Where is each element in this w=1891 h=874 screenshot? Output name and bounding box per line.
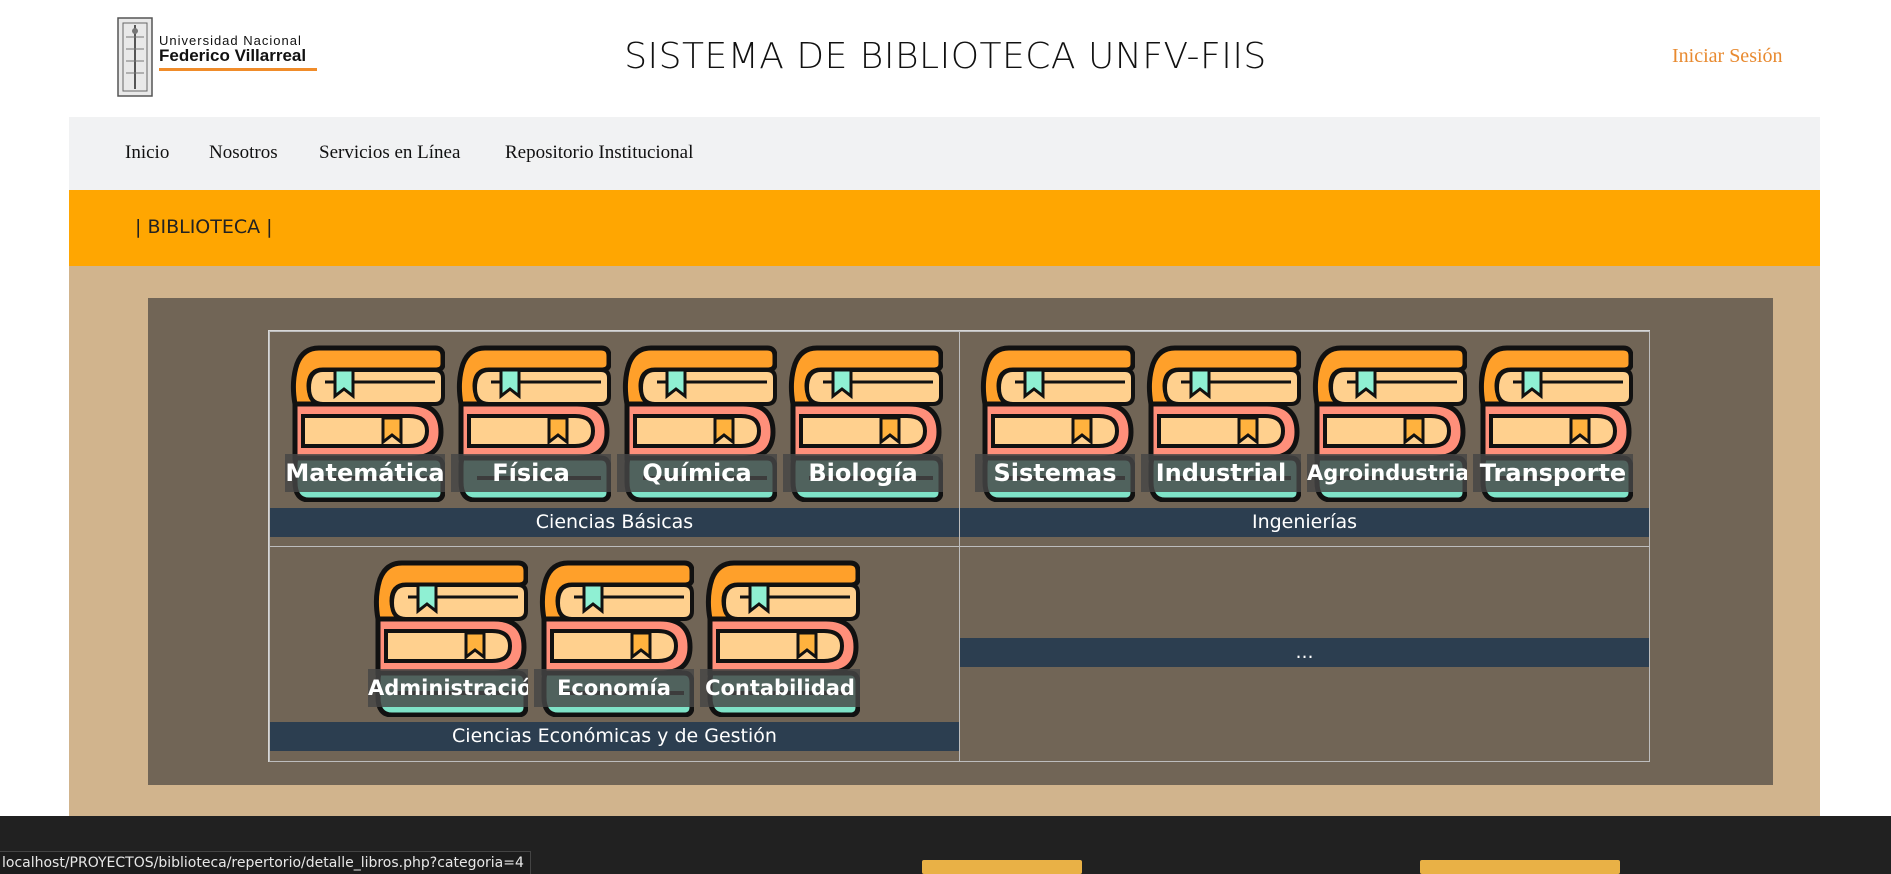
nav-item-servicios[interactable]: Servicios en Línea (319, 142, 460, 164)
category-title[interactable]: ... (960, 638, 1649, 667)
categories-panel: Matemática Física Química Biología Cienc… (148, 298, 1773, 785)
footer-heading-fragment (1420, 860, 1620, 874)
book-card[interactable]: Industrial (1141, 342, 1301, 502)
book-label: Sistemas (975, 454, 1135, 492)
book-card[interactable]: Agroindustrial (1307, 342, 1467, 502)
section-label: | BIBLIOTECA | (135, 216, 273, 238)
status-bar-url: localhost/PROYECTOS/biblioteca/repertori… (0, 851, 531, 874)
category-cell-more: ... (959, 546, 1650, 762)
book-card[interactable]: Contabilidad (700, 557, 860, 717)
category-cell-ciencias-economicas: Administración Economía Contabilidad Cie… (269, 546, 960, 762)
book-card[interactable]: Matemática (285, 342, 445, 502)
nav-item-inicio[interactable]: Inicio (125, 142, 169, 164)
section-band: | BIBLIOTECA | (69, 190, 1820, 266)
book-label: Industrial (1141, 454, 1301, 492)
category-cell-ciencias-basicas: Matemática Física Química Biología Cienc… (269, 331, 960, 547)
login-link[interactable]: Iniciar Sesión (1672, 45, 1783, 68)
book-label: Física (451, 454, 611, 492)
content-area: Matemática Física Química Biología Cienc… (69, 266, 1820, 816)
book-card[interactable]: Biología (783, 342, 943, 502)
book-label: Química (617, 454, 777, 492)
book-label: Transporte (1473, 454, 1633, 492)
book-label: Agroindustrial (1307, 454, 1467, 492)
nav-item-nosotros[interactable]: Nosotros (209, 142, 278, 164)
book-label: Contabilidad (700, 669, 860, 707)
book-card[interactable]: Física (451, 342, 611, 502)
category-title[interactable]: Ciencias Básicas (270, 508, 959, 537)
book-label: Administración (368, 669, 528, 707)
header: Universidad Nacional Federico Villarreal… (0, 0, 1891, 117)
category-title[interactable]: Ciencias Económicas y de Gestión (270, 722, 959, 751)
book-card[interactable]: Economía (534, 557, 694, 717)
nav-item-repositorio[interactable]: Repositorio Institucional (505, 142, 693, 164)
page-title: SISTEMA DE BIBLIOTECA UNFV-FIIS (624, 36, 1267, 77)
book-card[interactable]: Química (617, 342, 777, 502)
book-card[interactable]: Sistemas (975, 342, 1135, 502)
category-cell-ingenierias: Sistemas Industrial Agroindustrial Trans… (959, 331, 1650, 547)
footer-heading-fragment (922, 860, 1082, 874)
book-card[interactable]: Transporte (1473, 342, 1633, 502)
book-label: Biología (783, 454, 943, 492)
main-nav: Inicio Nosotros Servicios en Línea Repos… (69, 117, 1820, 190)
book-card[interactable]: Administración (368, 557, 528, 717)
book-label: Economía (534, 669, 694, 707)
book-label: Matemática (285, 454, 445, 492)
categories-grid: Matemática Física Química Biología Cienc… (268, 330, 1650, 762)
category-title[interactable]: Ingenierías (960, 508, 1649, 537)
